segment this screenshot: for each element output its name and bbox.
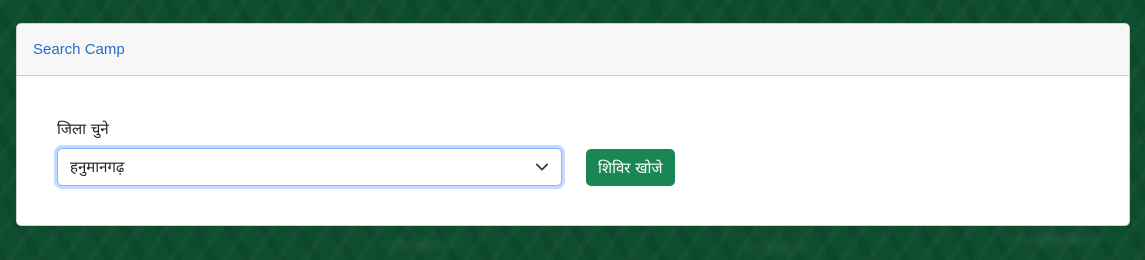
district-label: जिला चुने bbox=[57, 120, 109, 138]
card-title: Search Camp bbox=[33, 41, 125, 58]
search-camp-card: Search Camp जिला चुने हनुमानगढ़ शिविर खो… bbox=[16, 23, 1130, 226]
district-select[interactable]: हनुमानगढ़ bbox=[57, 148, 562, 186]
chevron-down-icon bbox=[535, 163, 549, 171]
card-header: Search Camp bbox=[17, 24, 1129, 76]
district-select-value: हनुमानगढ़ bbox=[70, 158, 125, 176]
card-body: जिला चुने हनुमानगढ़ शिविर खोजे bbox=[17, 76, 1129, 225]
search-camp-button[interactable]: शिविर खोजे bbox=[586, 149, 675, 186]
